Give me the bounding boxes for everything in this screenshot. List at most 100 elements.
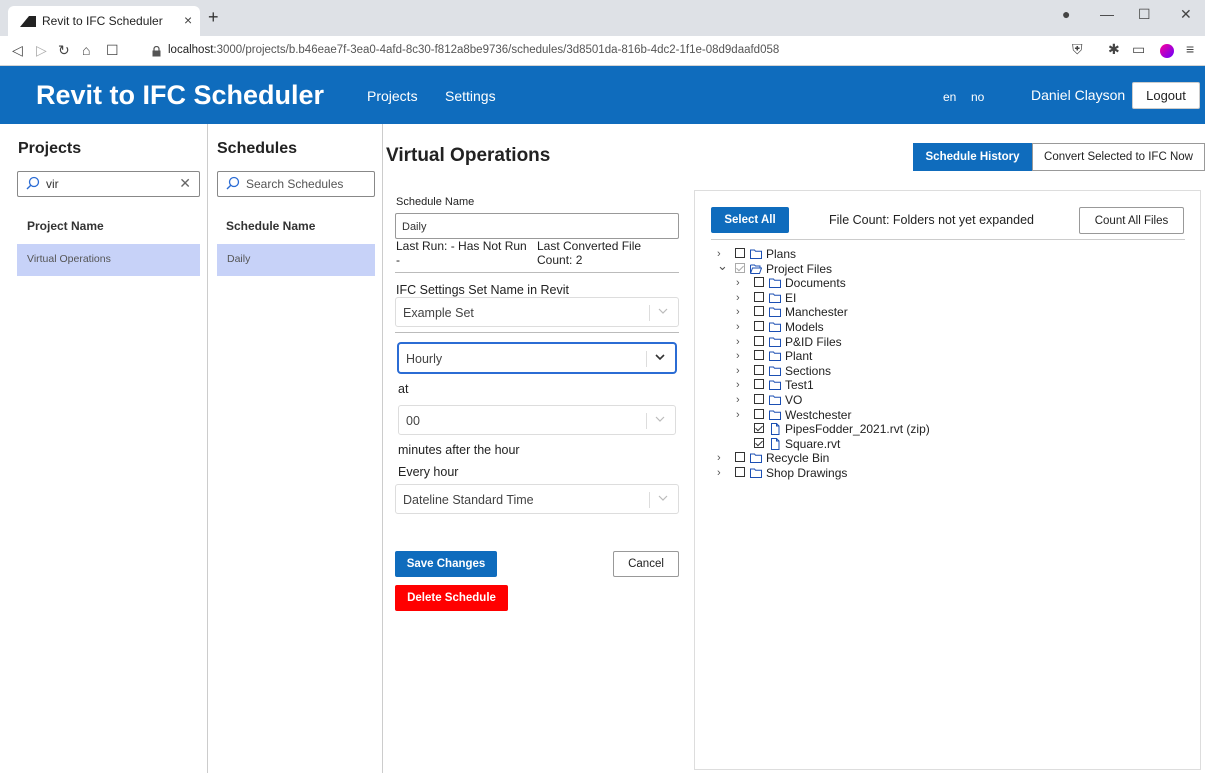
tab-close-icon[interactable]: × — [184, 12, 192, 28]
wallet-icon[interactable]: ▭ — [1132, 41, 1145, 58]
new-tab-icon[interactable]: + — [208, 8, 219, 26]
window-close-icon[interactable]: ✕ — [1180, 6, 1192, 23]
tree-checkbox[interactable] — [754, 291, 764, 302]
tree-checkbox[interactable] — [754, 437, 764, 448]
schedule-search-input[interactable]: Search Schedules — [217, 171, 375, 197]
address-bar: ◁ ▷ ↻ ⌂ ☐ localhost:3000/projects/b.b46e… — [0, 36, 1205, 66]
tree-checkbox[interactable] — [754, 350, 764, 361]
language-no[interactable]: no — [971, 90, 984, 104]
nav-projects[interactable]: Projects — [367, 88, 418, 104]
tree-checkbox[interactable] — [735, 467, 745, 477]
url-text[interactable]: localhost:3000/projects/b.b46eae7f-3ea0-… — [168, 44, 779, 56]
tree-checkbox[interactable] — [754, 335, 764, 346]
tree-folder-row[interactable]: › Recycle Bin — [695, 451, 1175, 466]
schedule-name-column-header[interactable]: Schedule Name — [226, 219, 315, 233]
brave-shield-icon[interactable]: ⛨ — [1072, 41, 1083, 58]
save-changes-button[interactable]: Save Changes — [395, 551, 497, 577]
tree-folder-row[interactable]: ⌄ Project Files — [695, 258, 1175, 277]
schedule-search-placeholder: Search Schedules — [246, 177, 344, 191]
tree-checkbox[interactable] — [754, 364, 764, 375]
home-icon[interactable]: ⌂ — [82, 42, 90, 58]
convert-now-button[interactable]: Convert Selected to IFC Now — [1032, 143, 1205, 171]
tree-checkbox[interactable] — [754, 379, 764, 390]
tree-folder-row[interactable]: › Test1 — [695, 378, 1175, 393]
chevron-right-icon[interactable]: › — [736, 379, 740, 391]
minute-select[interactable]: 00 — [398, 405, 676, 435]
select-all-button[interactable]: Select All — [711, 207, 789, 233]
project-list-item[interactable]: Virtual Operations — [17, 244, 200, 276]
tree-checkbox[interactable] — [754, 408, 764, 419]
browser-tab[interactable]: Revit to IFC Scheduler × — [8, 6, 200, 36]
tree-folder-row[interactable]: › Plant — [695, 349, 1175, 364]
chevron-right-icon[interactable]: › — [736, 321, 740, 333]
tree-checkbox[interactable] — [735, 248, 745, 258]
bookmark-icon[interactable]: ☐ — [106, 42, 119, 59]
extensions-icon[interactable]: ✱ — [1108, 41, 1120, 58]
language-en[interactable]: en — [943, 90, 956, 104]
tree-item-name: PipesFodder_2021.rvt (zip) — [785, 422, 930, 437]
user-name: Daniel Clayson — [1031, 87, 1126, 103]
every-hour-label: Every hour — [398, 465, 459, 479]
tree-checkbox[interactable] — [754, 277, 764, 288]
forward-icon[interactable]: ▷ — [36, 42, 47, 59]
minimize-icon[interactable]: — — [1100, 6, 1114, 22]
reload-icon[interactable]: ↻ — [58, 42, 70, 59]
frequency-select[interactable]: Hourly — [398, 343, 676, 373]
project-name-column-header[interactable]: Project Name — [27, 219, 104, 233]
search-icon — [226, 176, 240, 190]
project-search-input[interactable]: vir ✕ — [17, 171, 200, 197]
tree-checkbox[interactable] — [754, 394, 764, 404]
logout-button[interactable]: Logout — [1132, 82, 1200, 109]
tree-folder-row[interactable]: › Documents — [695, 276, 1175, 291]
cancel-button[interactable]: Cancel — [613, 551, 679, 577]
tree-checkbox[interactable] — [754, 321, 764, 331]
chevron-right-icon[interactable]: › — [736, 292, 740, 304]
back-icon[interactable]: ◁ — [12, 42, 23, 59]
timezone-select[interactable]: Dateline Standard Time — [395, 484, 679, 514]
schedule-name-input[interactable]: Daily — [395, 213, 679, 239]
tree-folder-row[interactable]: › Plans — [695, 247, 1175, 262]
chevron-right-icon[interactable]: › — [736, 336, 740, 348]
tree-folder-row[interactable]: › VO — [695, 393, 1175, 408]
chevron-right-icon[interactable]: › — [717, 452, 721, 464]
ifc-settings-select[interactable]: Example Set — [395, 297, 679, 327]
tree-folder-row[interactable]: › EI — [695, 291, 1175, 306]
schedule-history-button[interactable]: Schedule History — [913, 143, 1032, 171]
tree-folder-row[interactable]: › Sections — [695, 364, 1175, 379]
clear-icon[interactable]: ✕ — [179, 175, 191, 192]
tree-file-row[interactable]: Square.rvt — [695, 437, 1175, 452]
nav-settings[interactable]: Settings — [445, 88, 496, 104]
schedules-heading: Schedules — [217, 140, 298, 157]
last-run-text: Last Run: - Has Not Run — [396, 239, 527, 253]
chevron-right-icon[interactable]: › — [736, 350, 740, 362]
tree-folder-row[interactable]: › Westchester — [695, 408, 1175, 423]
tree-checkbox[interactable] — [735, 262, 745, 273]
tree-checkbox[interactable] — [735, 452, 745, 463]
delete-schedule-button[interactable]: Delete Schedule — [395, 585, 508, 611]
browser-menu-icon[interactable]: ● — [1062, 6, 1070, 22]
chevron-right-icon[interactable]: › — [736, 306, 740, 318]
brand-title[interactable]: Revit to IFC Scheduler — [36, 80, 324, 111]
count-all-files-button[interactable]: Count All Files — [1079, 207, 1184, 234]
minutes-after-label: minutes after the hour — [398, 443, 520, 457]
maximize-icon[interactable]: ☐ — [1138, 6, 1151, 23]
chevron-right-icon[interactable]: › — [736, 394, 740, 406]
tree-file-row[interactable]: PipesFodder_2021.rvt (zip) — [695, 422, 1175, 437]
chevron-right-icon[interactable]: › — [717, 467, 721, 479]
tree-folder-row[interactable]: › Shop Drawings — [695, 466, 1175, 481]
chevron-down-icon[interactable]: ⌄ — [717, 258, 728, 274]
form-divider — [395, 272, 679, 273]
tree-checkbox[interactable] — [754, 306, 764, 317]
tree-folder-row[interactable]: › Models — [695, 320, 1175, 335]
profile-icon[interactable] — [1160, 44, 1174, 58]
chevron-right-icon[interactable]: › — [736, 277, 740, 289]
chevron-right-icon[interactable]: › — [736, 365, 740, 377]
schedule-list-item[interactable]: Daily — [217, 244, 375, 276]
tree-checkbox[interactable] — [754, 423, 764, 434]
tree-item-name: Shop Drawings — [766, 466, 848, 480]
chevron-right-icon[interactable]: › — [736, 409, 740, 421]
last-converted-line2: Count: 2 — [537, 253, 583, 267]
tree-folder-row[interactable]: › Manchester — [695, 305, 1175, 320]
tree-folder-row[interactable]: › P&ID Files — [695, 335, 1175, 350]
menu-icon[interactable]: ≡ — [1186, 41, 1194, 57]
